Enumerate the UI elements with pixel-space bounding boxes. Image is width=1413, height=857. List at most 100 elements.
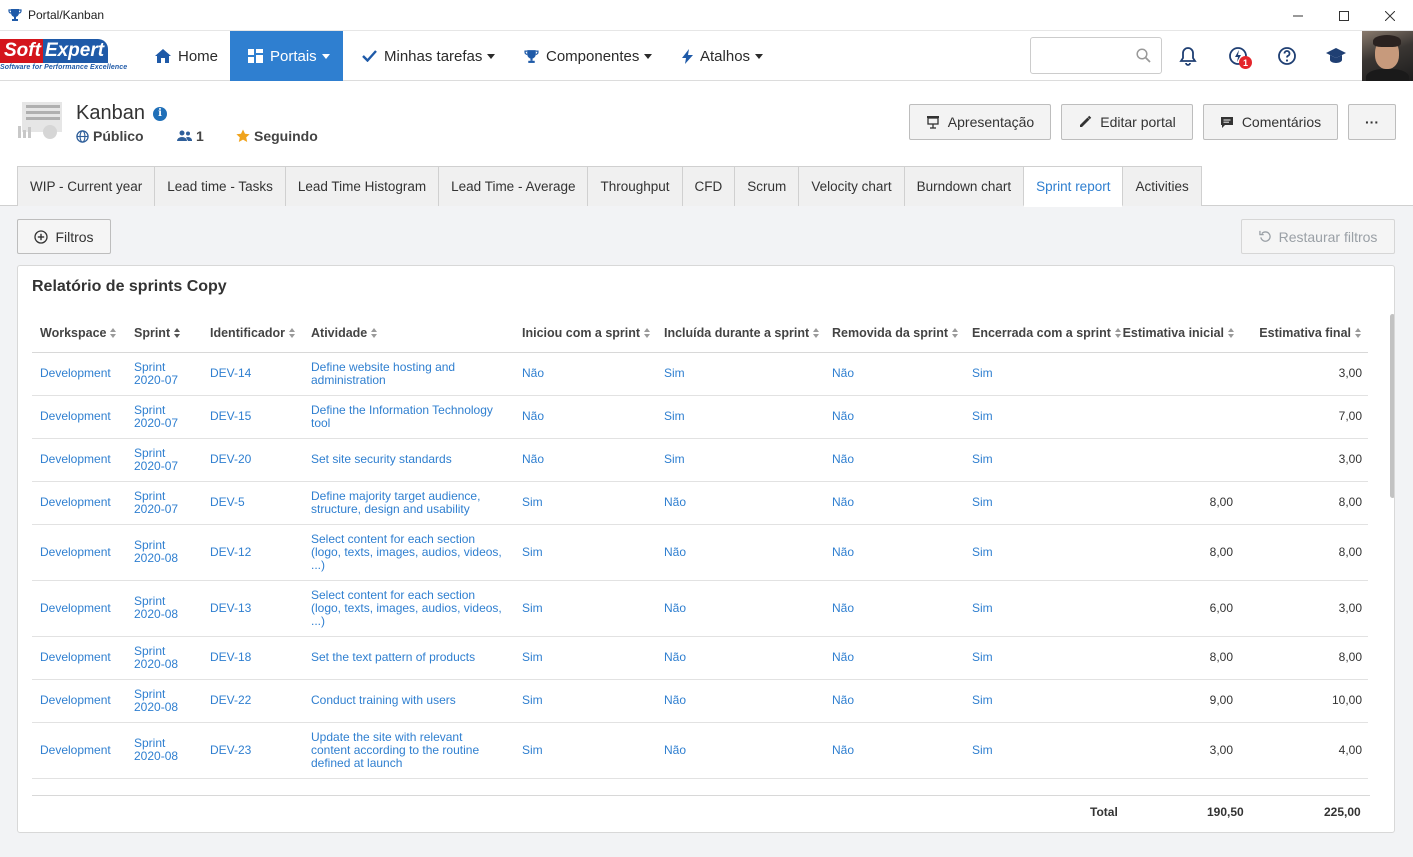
cell-incluida[interactable]: Não xyxy=(656,636,824,680)
cell-workspace[interactable]: Development xyxy=(32,438,126,482)
cell-sprint[interactable]: Sprint 2020-08 xyxy=(126,636,202,680)
comments-button[interactable]: Comentários xyxy=(1203,104,1338,140)
cell-atividade[interactable]: Define the Information Technology tool xyxy=(303,395,514,439)
cell-encerrada[interactable]: Sim xyxy=(964,395,1114,439)
tab-cfd[interactable]: CFD xyxy=(681,166,736,206)
nav-portais[interactable]: Portais xyxy=(230,31,343,81)
cell-estimativa-inicial[interactable]: 8,00 xyxy=(1114,636,1241,680)
avatar[interactable] xyxy=(1362,31,1413,81)
cell-estimativa-inicial[interactable] xyxy=(1114,438,1241,482)
cell-atividade[interactable]: Set the text pattern of products xyxy=(303,636,514,680)
tab-lead-time-tasks[interactable]: Lead time - Tasks xyxy=(154,166,286,206)
cell-identificador[interactable]: DEV-22 xyxy=(202,679,303,723)
scrollbar-thumb[interactable] xyxy=(1390,314,1394,498)
cell-removida[interactable]: Não xyxy=(824,352,964,396)
cell-iniciou[interactable]: Sim xyxy=(514,722,656,779)
table-scrollbar[interactable] xyxy=(1389,314,1394,794)
members-count[interactable]: 1 xyxy=(177,128,204,144)
column-header-estimativa-inicial[interactable]: Estimativa inicial xyxy=(1114,314,1241,353)
cell-encerrada[interactable]: Sim xyxy=(964,481,1114,525)
cell-sprint[interactable]: Sprint 2020-07 xyxy=(126,352,202,396)
column-header-sprint[interactable]: Sprint xyxy=(126,314,202,353)
cell-workspace[interactable]: Development xyxy=(32,352,126,396)
info-icon[interactable]: i xyxy=(152,106,167,121)
cell-iniciou[interactable]: Sim xyxy=(514,524,656,581)
softexpert-logo[interactable]: Soft Expert Software for Performance Exc… xyxy=(0,39,132,73)
cell-workspace[interactable]: Development xyxy=(32,778,126,794)
filters-button[interactable]: Filtros xyxy=(17,219,111,254)
cell-encerrada[interactable]: Sim xyxy=(964,722,1114,779)
cell-sprint[interactable]: Sprint 2020-07 xyxy=(126,395,202,439)
cell-estimativa-final[interactable]: 8,00 xyxy=(1241,636,1368,680)
search-icon[interactable] xyxy=(1136,48,1151,66)
cell-atividade[interactable]: Set site security standards xyxy=(303,438,514,482)
cell-iniciou[interactable]: Não xyxy=(514,352,656,396)
cell-workspace[interactable]: Development xyxy=(32,395,126,439)
minimize-button[interactable] xyxy=(1275,0,1321,31)
cell-workspace[interactable]: Development xyxy=(32,722,126,779)
cell-sprint[interactable]: Sprint xyxy=(126,778,202,794)
cell-encerrada[interactable]: Sim xyxy=(964,580,1114,637)
table-row[interactable]: Development Sprint 2020-08 DEV-23 Update the… xyxy=(32,722,1368,779)
cell-atividade[interactable]: Define majority target audience, structur… xyxy=(303,481,514,525)
table-row[interactable]: Development Sprint DEV-24 Define site discl… xyxy=(32,778,1368,794)
cell-estimativa-final[interactable]: 3,00 xyxy=(1241,438,1368,482)
cell-atividade[interactable]: Update the site with relevant content acc… xyxy=(303,722,514,779)
cell-estimativa-final[interactable]: 3,00 xyxy=(1241,580,1368,637)
cell-sprint[interactable]: Sprint 2020-08 xyxy=(126,722,202,779)
cell-identificador[interactable]: DEV-23 xyxy=(202,722,303,779)
maximize-button[interactable] xyxy=(1321,0,1367,31)
cell-removida[interactable]: Não xyxy=(824,438,964,482)
cell-encerrada[interactable]: Sim xyxy=(964,524,1114,581)
cell-iniciou[interactable]: Sim xyxy=(514,778,656,794)
tab-scrum[interactable]: Scrum xyxy=(734,166,800,206)
cell-estimativa-inicial[interactable]: 8,00 xyxy=(1114,481,1241,525)
cell-identificador[interactable]: DEV-24 xyxy=(202,778,303,794)
tab-wip-current-year[interactable]: WIP - Current year xyxy=(17,166,156,206)
cell-atividade[interactable]: Select content for each section (logo, te… xyxy=(303,524,514,581)
more-options-button[interactable]: ··· xyxy=(1348,104,1396,140)
search-input[interactable] xyxy=(1031,38,1131,73)
cell-sprint[interactable]: Sprint 2020-07 xyxy=(126,438,202,482)
cell-incluida[interactable]: Não xyxy=(656,481,824,525)
cell-workspace[interactable]: Development xyxy=(32,481,126,525)
cell-estimativa-final[interactable]: 10,00 xyxy=(1241,679,1368,723)
column-header-estimativa-final[interactable]: Estimativa final xyxy=(1241,314,1368,353)
cell-workspace[interactable]: Development xyxy=(32,636,126,680)
cell-removida[interactable]: Não xyxy=(824,679,964,723)
restore-filters-button[interactable]: Restaurar filtros xyxy=(1241,219,1395,254)
column-header-encerrada[interactable]: Encerrada com a sprint xyxy=(964,314,1121,353)
cell-identificador[interactable]: DEV-15 xyxy=(202,395,303,439)
edit-portal-button[interactable]: Editar portal xyxy=(1061,104,1193,140)
cell-iniciou[interactable]: Não xyxy=(514,395,656,439)
cell-identificador[interactable]: DEV-5 xyxy=(202,481,303,525)
cell-incluida[interactable]: Não xyxy=(656,778,824,794)
cell-iniciou[interactable]: Sim xyxy=(514,636,656,680)
cell-removida[interactable]: Não xyxy=(824,636,964,680)
tab-lead-time-histogram[interactable]: Lead Time Histogram xyxy=(284,166,440,206)
tab-throughput[interactable]: Throughput xyxy=(587,166,683,206)
cell-atividade[interactable]: Define website hosting and administration xyxy=(303,352,514,396)
nav-atalhos[interactable]: Atalhos xyxy=(682,31,764,81)
cell-sprint[interactable]: Sprint 2020-08 xyxy=(126,580,202,637)
performance-button[interactable]: 1 xyxy=(1227,45,1252,69)
cell-estimativa-inicial[interactable] xyxy=(1114,778,1241,794)
cell-estimativa-final[interactable]: 5,00 xyxy=(1241,778,1368,794)
cell-incluida[interactable]: Não xyxy=(656,580,824,637)
nav-minhas-tarefas[interactable]: Minhas tarefas xyxy=(362,31,496,81)
cell-incluida[interactable]: Sim xyxy=(656,395,824,439)
cell-atividade[interactable]: Select content for each section (logo, te… xyxy=(303,580,514,637)
help-button[interactable] xyxy=(1276,45,1298,67)
cell-identificador[interactable]: DEV-18 xyxy=(202,636,303,680)
following-status[interactable]: Seguindo xyxy=(236,128,318,144)
cell-estimativa-final[interactable]: 8,00 xyxy=(1241,524,1368,581)
cell-encerrada[interactable]: Sim xyxy=(964,636,1114,680)
tab-sprint-report[interactable]: Sprint report xyxy=(1023,166,1124,207)
cell-encerrada[interactable]: Sim xyxy=(964,679,1114,723)
cell-encerrada[interactable]: Sim xyxy=(964,438,1114,482)
cell-identificador[interactable]: DEV-20 xyxy=(202,438,303,482)
table-row[interactable]: Development Sprint 2020-07 DEV-15 Define the… xyxy=(32,395,1368,439)
cell-estimativa-final[interactable]: 3,00 xyxy=(1241,352,1368,396)
cell-workspace[interactable]: Development xyxy=(32,524,126,581)
cell-workspace[interactable]: Development xyxy=(32,580,126,637)
